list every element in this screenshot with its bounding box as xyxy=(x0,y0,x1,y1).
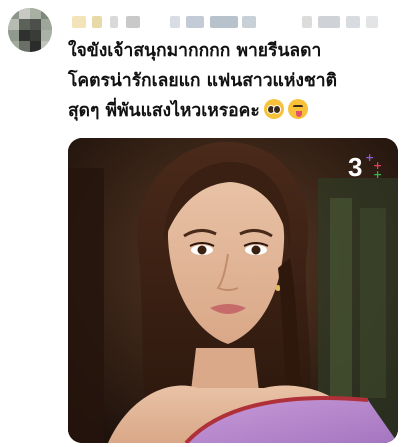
avatar[interactable] xyxy=(8,8,52,52)
portrait-illustration xyxy=(68,138,398,443)
channel-3-logo: 3 + + + xyxy=(348,152,388,182)
post-text-line: สุดๆ พี่พันแสงไหวเหรอคะ xyxy=(68,101,260,121)
pleading-face-icon xyxy=(263,99,284,119)
post-text-line: ใจขังเจ้าสนุกมากกกก พายรีนลดา xyxy=(68,41,322,61)
author-name-obscured[interactable] xyxy=(66,12,396,32)
post-card: ใจขังเจ้าสนุกมากกกก พายรีนลดา โคตรน่ารัก… xyxy=(0,0,406,447)
post-media-image[interactable]: 3 + + + xyxy=(68,138,398,443)
plus-icon: + xyxy=(373,168,383,181)
post-text-line-with-emoji: สุดๆ พี่พันแสงไหวเหรอคะ xyxy=(68,96,398,126)
post-text: ใจขังเจ้าสนุกมากกกก พายรีนลดา โคตรน่ารัก… xyxy=(68,36,398,126)
face-with-tongue-icon xyxy=(287,99,308,119)
post-text-line: โคตรน่ารักเลยแก แฟนสาวแห่งชาติ xyxy=(68,71,337,91)
channel-logo-number: 3 xyxy=(348,152,363,182)
